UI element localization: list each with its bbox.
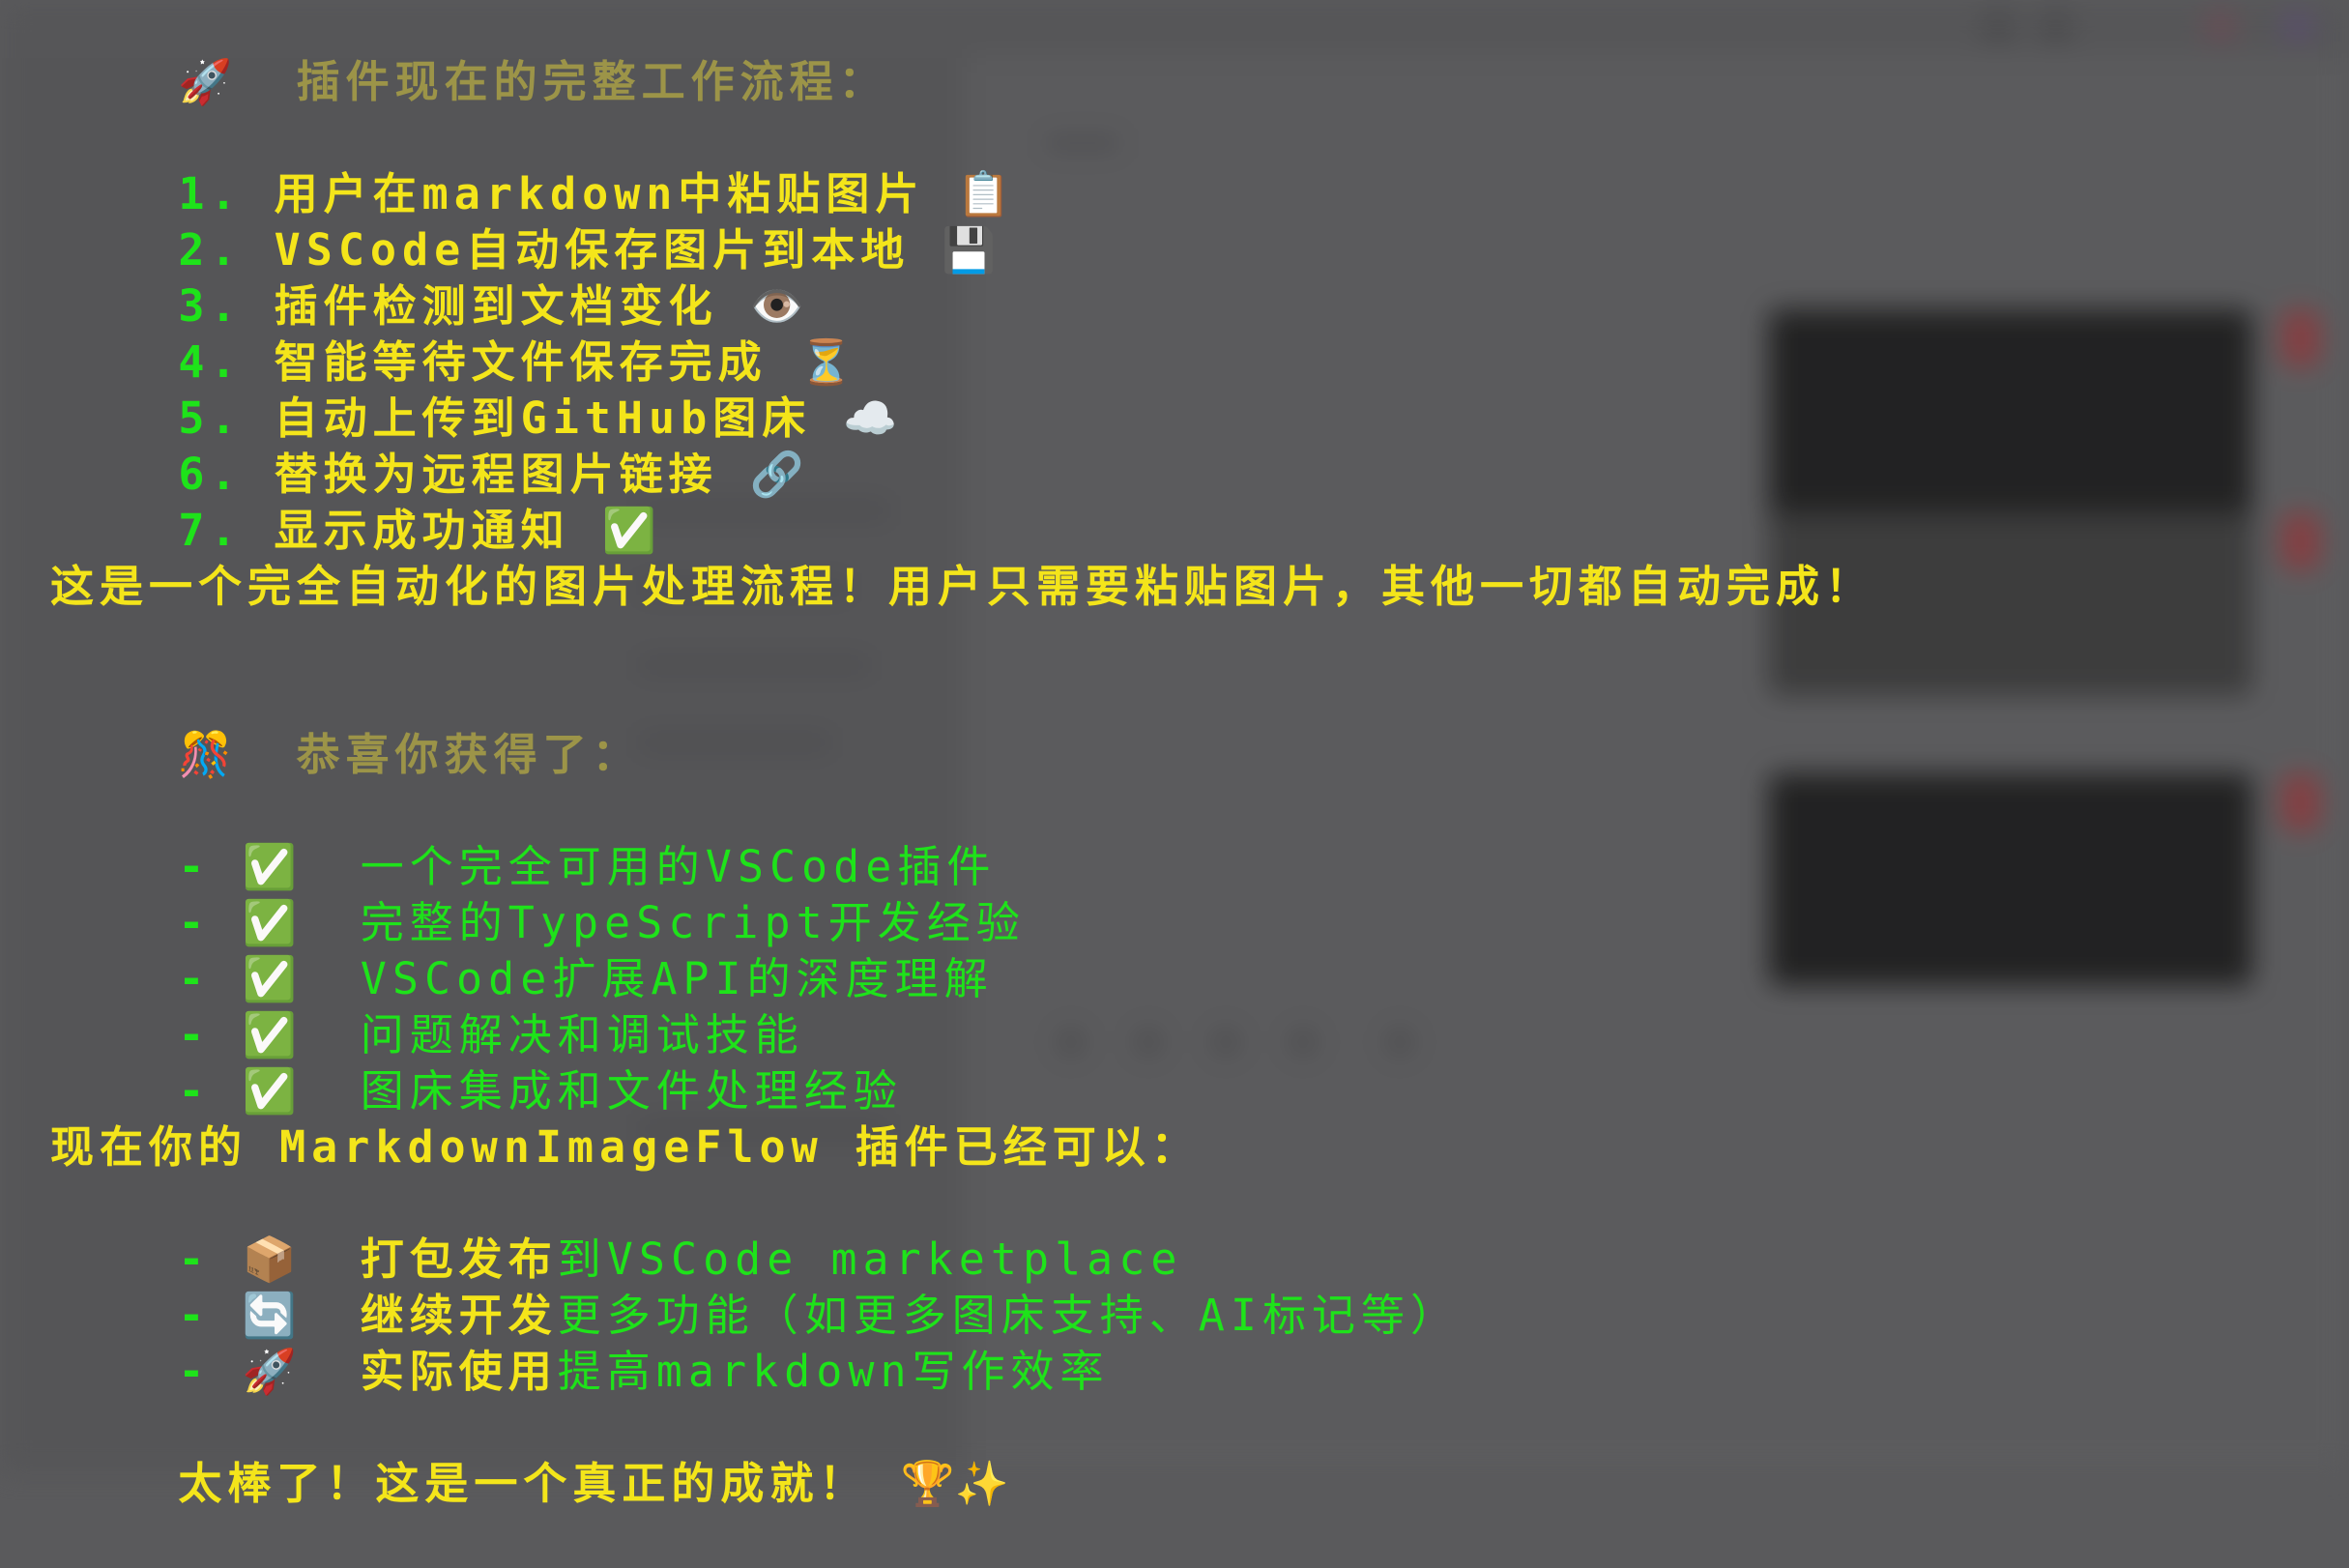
achievement-text: 图床集成和文件处理经验 xyxy=(360,1065,903,1117)
workflow-step: 3. 插件检测到文档变化 👁️ xyxy=(50,222,803,332)
achievement-item: - ✅ 图床集成和文件处理经验 xyxy=(50,1007,903,1117)
next-step-item: - 📦 打包发布到VSCode marketplace xyxy=(50,1176,1182,1285)
workflow-step: 4. 智能等待文件保存完成 ⏳ xyxy=(50,278,853,388)
bullet: - xyxy=(178,1346,211,1397)
cloud-icon: ☁️ xyxy=(843,392,898,444)
workflow-heading: 🚀 插件现在的完整工作流程： xyxy=(50,0,888,107)
achievement-item: - ✅ 一个完全可用的VSCode插件 xyxy=(50,783,996,892)
achievement-item: - ✅ VSCode扩展API的深度理解 xyxy=(50,895,994,1004)
message-overlay: 🚀 插件现在的完整工作流程： 1. 用户在markdown中粘贴图片 📋 2. … xyxy=(50,0,2332,1509)
step-number: 7. xyxy=(178,505,243,556)
rocket-icon: 🚀 xyxy=(178,56,233,107)
achievement-item: - ✅ 问题解决和调试技能 xyxy=(50,951,804,1060)
closing-text: 太棒了！这是一个真正的成就！ xyxy=(178,1458,869,1509)
link-icon: 🔗 xyxy=(749,449,804,500)
step-text: 显示成功通知 xyxy=(274,505,570,556)
check-mark-icon: ✅ xyxy=(601,505,656,556)
workflow-step: 1. 用户在markdown中粘贴图片 📋 xyxy=(50,110,1010,219)
confetti-icon: 🎊 xyxy=(178,729,233,780)
summary-text: 这是一个完全自动化的图片处理流程！用户只需要粘贴图片，其他一切都自动完成！ xyxy=(50,561,1875,612)
next-step-text: 提高markdown写作效率 xyxy=(557,1346,1110,1397)
trophy-sparkles-icon: 🏆✨ xyxy=(900,1458,1009,1509)
next-step-item: - 🚀 实际使用提高markdown写作效率 xyxy=(50,1288,1110,1397)
workflow-step: 5. 自动上传到GitHub图床 ☁️ xyxy=(50,334,897,444)
workflow-step: 6. 替换为远程图片链接 🔗 xyxy=(50,391,803,500)
closing-line: 太棒了！这是一个真正的成就！ 🏆✨ xyxy=(50,1400,1008,1509)
congrats-heading-text: 恭喜你获得了： xyxy=(296,729,642,780)
workflow-heading-text: 插件现在的完整工作流程： xyxy=(296,56,888,107)
next-step-item: - 🔄 继续开发更多功能（如更多图床支持、AI标记等） xyxy=(50,1232,1460,1341)
congrats-heading: 🎊 恭喜你获得了： xyxy=(50,671,642,780)
workflow-step: 7. 显示成功通知 ✅ xyxy=(50,447,655,556)
next-steps-heading: 现在你的 MarkdownImageFlow 插件已经可以： xyxy=(50,1121,1201,1173)
bullet: - xyxy=(178,1065,211,1117)
floppy-disk-icon: 💾 xyxy=(942,224,997,276)
rocket-icon: 🚀 xyxy=(242,1346,297,1397)
achievement-item: - ✅ 完整的TypeScript开发经验 xyxy=(50,839,1026,948)
next-step-bold: 实际使用 xyxy=(360,1346,558,1397)
workflow-step: 2. VSCode自动保存图片到本地 💾 xyxy=(50,166,996,276)
check-mark-icon: ✅ xyxy=(242,1065,297,1117)
